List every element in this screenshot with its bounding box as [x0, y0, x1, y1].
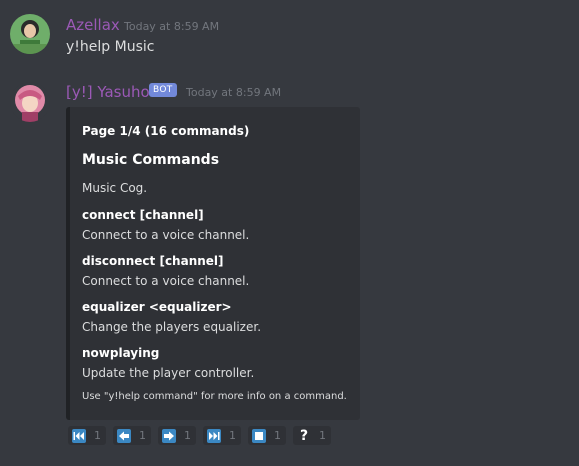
reaction-count: 1: [184, 429, 191, 442]
author-name[interactable]: Azellax: [66, 16, 120, 34]
embed-title: Music Commands: [82, 152, 220, 168]
embed-field-name: disconnect [channel]: [82, 254, 224, 268]
bot-tag-badge: BOT: [149, 83, 177, 97]
embed-field-value: Connect to a voice channel.: [82, 228, 250, 242]
embed-field-name: equalizer <equalizer>: [82, 300, 232, 314]
reaction-previous-page[interactable]: 1: [113, 426, 151, 445]
avatar-azellax[interactable]: [10, 14, 50, 54]
reaction-question[interactable]: ? 1: [293, 426, 331, 445]
next-page-icon: [162, 428, 176, 443]
message-text: y!help Music: [66, 39, 155, 55]
embed-field-name: nowplaying: [82, 346, 160, 360]
reaction-count: 1: [274, 429, 281, 442]
reaction-count: 1: [229, 429, 236, 442]
reaction-next-page[interactable]: 1: [158, 426, 196, 445]
embed-field-value: Connect to a voice channel.: [82, 274, 250, 288]
reaction-last-page[interactable]: 1: [203, 426, 241, 445]
author-name[interactable]: [y!] Yasuho: [66, 83, 150, 101]
embed-footer: Use "y!help command" for more info on a …: [82, 391, 347, 402]
reaction-count: 1: [94, 429, 101, 442]
embed-description: Music Cog.: [82, 181, 148, 195]
question-icon: ?: [299, 427, 309, 444]
embed-field-value: Change the players equalizer.: [82, 320, 262, 334]
reaction-count: 1: [319, 429, 326, 442]
embed-field-name: connect [channel]: [82, 208, 204, 222]
stop-icon: [252, 428, 266, 443]
embed-author: Page 1/4 (16 commands): [82, 124, 250, 138]
avatar-yasuho[interactable]: [10, 82, 50, 122]
first-page-icon: [72, 428, 86, 443]
embed-field-value: Update the player controller.: [82, 366, 255, 380]
reaction-stop[interactable]: 1: [248, 426, 286, 445]
reaction-first-page[interactable]: 1: [68, 426, 106, 445]
message-timestamp: Today at 8:59 AM: [124, 20, 220, 33]
last-page-icon: [207, 428, 221, 443]
previous-page-icon: [117, 428, 131, 443]
message-timestamp: Today at 8:59 AM: [186, 86, 282, 99]
reaction-count: 1: [139, 429, 146, 442]
